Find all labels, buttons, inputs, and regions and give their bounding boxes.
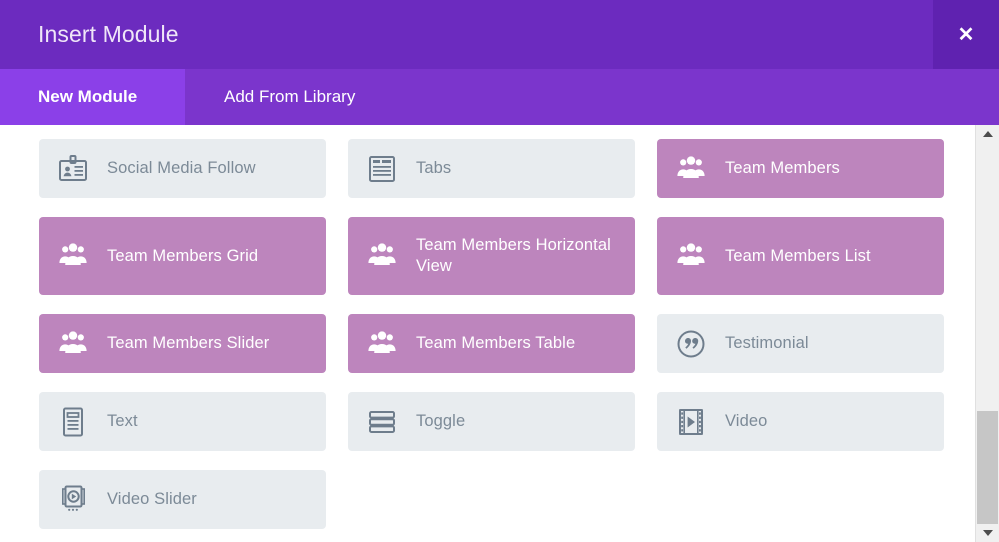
vertical-scrollbar[interactable] bbox=[975, 125, 999, 542]
module-tile-label: Team Members Slider bbox=[107, 334, 270, 353]
module-tile-label: Video Slider bbox=[107, 490, 197, 509]
tab-add-from-library-label: Add From Library bbox=[224, 87, 356, 106]
scrollbar-thumb[interactable] bbox=[977, 411, 998, 531]
module-tile[interactable]: Team Members bbox=[657, 139, 944, 198]
module-tile-label: Social Media Follow bbox=[107, 159, 256, 178]
module-tile[interactable]: Video bbox=[657, 392, 944, 451]
dialog-title: Insert Module bbox=[38, 21, 179, 47]
team-group-icon bbox=[364, 326, 400, 362]
module-tile[interactable]: Team Members Horizontal View bbox=[348, 217, 635, 295]
module-tile[interactable]: Text bbox=[39, 392, 326, 451]
module-tile[interactable]: Video Slider bbox=[39, 470, 326, 529]
scrollbar-track[interactable] bbox=[976, 143, 999, 531]
module-tile-label: Team Members List bbox=[725, 246, 871, 265]
module-tile-label: Text bbox=[107, 412, 138, 431]
module-tile-label: Team Members Grid bbox=[107, 246, 259, 265]
module-tile-label: Tabs bbox=[416, 159, 452, 178]
dialog-tabbar: New Module Add From Library bbox=[0, 69, 999, 125]
film-play-icon bbox=[673, 404, 709, 440]
module-list-area: Social Media Follow Tabs Team Members Te… bbox=[0, 125, 999, 542]
module-tile[interactable]: Toggle bbox=[348, 392, 635, 451]
quote-circle-icon bbox=[673, 326, 709, 362]
module-tile[interactable]: Social Media Follow bbox=[39, 139, 326, 198]
module-tile-label: Toggle bbox=[416, 412, 466, 431]
module-tile-label: Testimonial bbox=[725, 334, 809, 353]
module-tile[interactable]: Team Members Grid bbox=[39, 217, 326, 295]
dialog-titlebar: Insert Module ✕ bbox=[0, 0, 999, 69]
stacked-bars-icon bbox=[364, 404, 400, 440]
close-icon: ✕ bbox=[957, 23, 975, 46]
insert-module-dialog: Insert Module ✕ New Module Add From Libr… bbox=[0, 0, 999, 542]
module-tile[interactable]: Tabs bbox=[348, 139, 635, 198]
module-tile-label: Team Members bbox=[725, 159, 840, 178]
module-tile-label: Team Members Table bbox=[416, 334, 576, 353]
scroll-up-button[interactable] bbox=[976, 125, 999, 143]
team-group-icon bbox=[673, 238, 709, 274]
module-grid-scroll: Social Media Follow Tabs Team Members Te… bbox=[0, 125, 975, 542]
scroll-down-button[interactable] bbox=[976, 524, 999, 542]
team-group-icon bbox=[55, 238, 91, 274]
id-badge-icon bbox=[55, 151, 91, 187]
module-tile[interactable]: Team Members List bbox=[657, 217, 944, 295]
team-group-icon bbox=[364, 238, 400, 274]
tab-new-module-label: New Module bbox=[38, 87, 138, 106]
tab-add-from-library[interactable]: Add From Library bbox=[185, 69, 385, 125]
team-group-icon bbox=[673, 151, 709, 187]
module-tile[interactable]: Team Members Slider bbox=[39, 314, 326, 373]
module-tile-label: Video bbox=[725, 412, 768, 431]
tab-new-module[interactable]: New Module bbox=[0, 69, 185, 125]
module-tile[interactable]: Testimonial bbox=[657, 314, 944, 373]
module-grid: Social Media Follow Tabs Team Members Te… bbox=[39, 139, 967, 542]
module-tile[interactable]: Team Members Table bbox=[348, 314, 635, 373]
chevron-down-icon bbox=[982, 530, 993, 536]
team-group-icon bbox=[55, 326, 91, 362]
video-slides-icon bbox=[55, 482, 91, 518]
close-button[interactable]: ✕ bbox=[933, 0, 999, 69]
document-text-icon bbox=[55, 404, 91, 440]
module-tile-label: Team Members Horizontal View bbox=[416, 236, 611, 275]
chevron-up-icon bbox=[982, 131, 993, 137]
tabs-icon bbox=[364, 151, 400, 187]
